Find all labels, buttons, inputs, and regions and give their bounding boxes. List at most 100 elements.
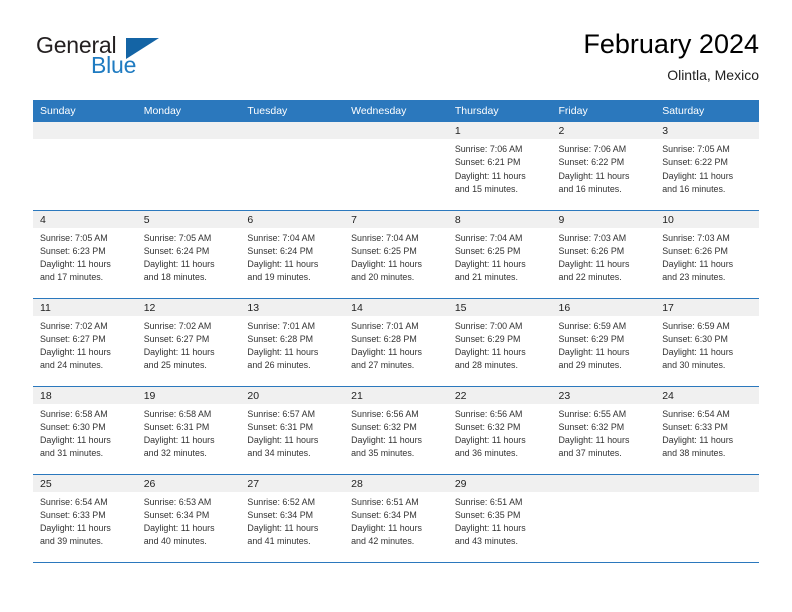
calendar-day-cell[interactable]: 19 Sunrise: 6:58 AM Sunset: 6:31 PM Dayligh… — [136, 386, 241, 475]
sunrise-text: Sunrise: 6:59 AM — [558, 320, 627, 331]
calendar-day-cell[interactable]: 4 Sunrise: 7:05 AM Sunset: 6:23 PM Daylight… — [33, 210, 137, 299]
calendar-day-cell[interactable]: 28 Sunrise: 6:51 AM Sunset: 6:34 PM Dayligh… — [344, 474, 448, 563]
sunset-text: Sunset: 6:29 PM — [454, 333, 521, 344]
sunrise-text: Sunrise: 7:06 AM — [454, 144, 523, 154]
day-number: 13 — [240, 298, 345, 316]
sunset-text: Sunset: 6:34 PM — [143, 509, 210, 520]
sunrise-text: Sunrise: 7:04 AM — [351, 232, 419, 243]
calendar-day-cell[interactable]: 10 Sunrise: 7:03 AM Sunset: 6:26 PM Dayligh… — [655, 210, 759, 299]
day-number: 19 — [136, 386, 241, 404]
day-details: Sunrise: 6:55 AM Sunset: 6:32 PM Daylight:… — [552, 404, 656, 461]
general-blue-logo[interactable]: General Blue — [33, 28, 213, 84]
calendar-day-cell[interactable]: 20 Sunrise: 6:57 AM Sunset: 6:31 PM Dayligh… — [240, 386, 345, 475]
calendar-day-cell[interactable]: 3 Sunrise: 7:05 AM Sunset: 6:22 PM Daylight… — [655, 122, 759, 211]
sunset-text: Sunset: 6:25 PM — [454, 245, 521, 256]
day-number: 28 — [344, 474, 448, 492]
daylight-text: and 18 minutes. — [143, 272, 207, 283]
calendar-day-cell[interactable]: 15 Sunrise: 7:00 AM Sunset: 6:29 PM Dayligh… — [447, 298, 552, 387]
day-number: 1 — [447, 122, 552, 139]
sunset-text: Sunset: 6:27 PM — [40, 333, 106, 344]
sunrise-text: Sunrise: 7:01 AM — [351, 320, 419, 331]
sunrise-text: Sunrise: 6:54 AM — [40, 496, 108, 507]
sunrise-text: Sunrise: 7:05 AM — [143, 232, 212, 243]
daylight-text: Daylight: 11 hours — [40, 435, 111, 446]
daylight-text: and 34 minutes. — [247, 448, 311, 459]
daylight-text: Daylight: 11 hours — [351, 259, 422, 270]
calendar-day-cell[interactable]: 17 Sunrise: 6:59 AM Sunset: 6:30 PM Dayligh… — [655, 298, 759, 387]
day-details — [552, 492, 656, 496]
calendar-day-cell[interactable]: 18 Sunrise: 6:58 AM Sunset: 6:30 PM Dayligh… — [33, 386, 137, 475]
calendar-day-cell[interactable]: 13 Sunrise: 7:01 AM Sunset: 6:28 PM Dayligh… — [240, 298, 345, 387]
daylight-text: and 37 minutes. — [558, 448, 622, 459]
day-details: Sunrise: 7:06 AM Sunset: 6:21 PM Daylight:… — [448, 139, 552, 196]
calendar-day-cell[interactable]: 2 Sunrise: 7:06 AM Sunset: 6:22 PM Daylight… — [551, 122, 656, 211]
calendar-day-cell-empty — [551, 474, 656, 563]
day-number — [136, 122, 241, 139]
calendar-day-cell[interactable]: 12 Sunrise: 7:02 AM Sunset: 6:27 PM Dayligh… — [136, 298, 241, 387]
day-details: Sunrise: 6:57 AM Sunset: 6:31 PM Daylight:… — [240, 404, 344, 461]
daylight-text: and 25 minutes. — [143, 360, 207, 371]
sunset-text: Sunset: 6:26 PM — [558, 245, 625, 256]
weekday-header-monday: Monday — [136, 100, 241, 122]
weekday-header-saturday: Saturday — [655, 100, 759, 122]
day-number: 12 — [136, 298, 241, 316]
daylight-text: Daylight: 11 hours — [454, 435, 526, 446]
calendar-day-cell[interactable]: 27 Sunrise: 6:52 AM Sunset: 6:34 PM Dayligh… — [240, 474, 345, 563]
calendar-day-cell[interactable]: 11 Sunrise: 7:02 AM Sunset: 6:27 PM Dayligh… — [33, 298, 137, 387]
daylight-text: Daylight: 11 hours — [454, 170, 526, 181]
day-number — [344, 122, 448, 139]
calendar-week-row: 11 Sunrise: 7:02 AM Sunset: 6:27 PM Dayligh… — [33, 298, 759, 387]
calendar-day-cell[interactable]: 21 Sunrise: 6:56 AM Sunset: 6:32 PM Dayligh… — [344, 386, 448, 475]
daylight-text: Daylight: 11 hours — [143, 347, 215, 358]
day-number: 8 — [447, 210, 552, 228]
daylight-text: and 38 minutes. — [662, 448, 726, 459]
calendar-day-cell[interactable]: 24 Sunrise: 6:54 AM Sunset: 6:33 PM Dayligh… — [655, 386, 759, 475]
calendar-day-cell[interactable]: 14 Sunrise: 7:01 AM Sunset: 6:28 PM Dayligh… — [344, 298, 448, 387]
calendar-day-cell[interactable]: 29 Sunrise: 6:51 AM Sunset: 6:35 PM Dayligh… — [447, 474, 552, 563]
day-number: 21 — [344, 386, 448, 404]
calendar-day-cell[interactable]: 16 Sunrise: 6:59 AM Sunset: 6:29 PM Dayligh… — [551, 298, 656, 387]
sunset-text: Sunset: 6:23 PM — [40, 245, 106, 256]
day-number: 15 — [447, 298, 552, 316]
weekday-header-tuesday: Tuesday — [240, 100, 345, 122]
daylight-text: and 23 minutes. — [662, 272, 726, 283]
daylight-text: Daylight: 11 hours — [558, 347, 630, 358]
day-details: Sunrise: 6:59 AM Sunset: 6:30 PM Daylight:… — [655, 316, 759, 373]
sunset-text: Sunset: 6:26 PM — [662, 245, 728, 256]
calendar-day-cell[interactable]: 7 Sunrise: 7:04 AM Sunset: 6:25 PM Daylight… — [344, 210, 448, 299]
day-details: Sunrise: 7:00 AM Sunset: 6:29 PM Daylight:… — [448, 316, 552, 373]
day-details: Sunrise: 7:01 AM Sunset: 6:28 PM Daylight:… — [344, 316, 448, 373]
sunrise-text: Sunrise: 7:03 AM — [558, 232, 627, 243]
sunset-text: Sunset: 6:30 PM — [40, 421, 106, 432]
sunrise-text: Sunrise: 6:59 AM — [662, 320, 730, 331]
calendar-week-row: 25 Sunrise: 6:54 AM Sunset: 6:33 PM Dayligh… — [33, 474, 759, 563]
calendar-day-cell[interactable]: 23 Sunrise: 6:55 AM Sunset: 6:32 PM Dayligh… — [551, 386, 656, 475]
calendar-day-cell[interactable]: 22 Sunrise: 6:56 AM Sunset: 6:32 PM Dayligh… — [447, 386, 552, 475]
sunset-text: Sunset: 6:22 PM — [662, 157, 728, 168]
calendar-day-cell[interactable]: 26 Sunrise: 6:53 AM Sunset: 6:34 PM Dayligh… — [136, 474, 241, 563]
calendar-day-cell[interactable]: 8 Sunrise: 7:04 AM Sunset: 6:25 PM Daylight… — [447, 210, 552, 299]
day-details: Sunrise: 7:03 AM Sunset: 6:26 PM Daylight:… — [552, 228, 656, 285]
calendar-day-cell-empty — [240, 122, 345, 211]
daylight-text: and 24 minutes. — [40, 360, 104, 371]
daylight-text: Daylight: 11 hours — [662, 170, 734, 181]
calendar-day-cell[interactable]: 1 Sunrise: 7:06 AM Sunset: 6:21 PM Daylight… — [447, 122, 552, 211]
calendar-day-cell[interactable]: 5 Sunrise: 7:05 AM Sunset: 6:24 PM Daylight… — [136, 210, 241, 299]
calendar-day-cell[interactable]: 9 Sunrise: 7:03 AM Sunset: 6:26 PM Daylight… — [551, 210, 656, 299]
daylight-text: and 30 minutes. — [662, 360, 726, 371]
daylight-text: and 16 minutes. — [558, 183, 622, 194]
calendar-day-cell[interactable]: 25 Sunrise: 6:54 AM Sunset: 6:33 PM Dayligh… — [33, 474, 137, 563]
sunset-text: Sunset: 6:31 PM — [143, 421, 210, 432]
calendar-day-cell[interactable]: 6 Sunrise: 7:04 AM Sunset: 6:24 PM Daylight… — [240, 210, 345, 299]
day-details — [655, 492, 759, 496]
daylight-text: Daylight: 11 hours — [40, 523, 111, 534]
daylight-text: Daylight: 11 hours — [558, 170, 630, 181]
day-number: 7 — [344, 210, 448, 228]
calendar-week-row: 1 Sunrise: 7:06 AM Sunset: 6:21 PM Daylight… — [33, 122, 759, 211]
sunrise-text: Sunrise: 7:05 AM — [662, 144, 730, 154]
daylight-text: Daylight: 11 hours — [558, 259, 630, 270]
daylight-text: and 43 minutes. — [454, 536, 518, 547]
daylight-text: Daylight: 11 hours — [247, 259, 319, 270]
day-details: Sunrise: 7:05 AM Sunset: 6:23 PM Daylight:… — [33, 228, 137, 285]
sunset-text: Sunset: 6:27 PM — [143, 333, 210, 344]
